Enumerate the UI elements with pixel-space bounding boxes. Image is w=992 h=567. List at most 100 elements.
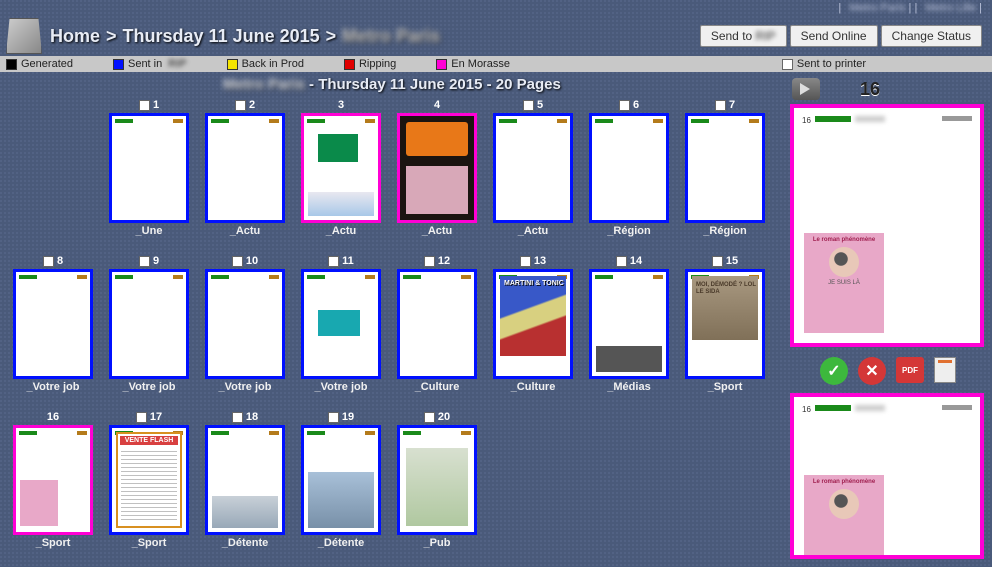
page-thumb-6[interactable] bbox=[589, 113, 669, 223]
page-cell-15[interactable]: 15MOI, DÉMODÉ ? LOL LE SIDA_Sport bbox=[680, 255, 770, 393]
page-number: 7 bbox=[729, 99, 735, 111]
top-link-2[interactable]: Metro Lille bbox=[925, 2, 976, 14]
page-checkbox-10[interactable] bbox=[232, 256, 243, 267]
page-label: _Actu bbox=[518, 225, 549, 237]
page-label: _Pub bbox=[424, 537, 451, 549]
page-label: _Région bbox=[703, 225, 746, 237]
page-cell-17[interactable]: 17VENTE FLASH_Sport bbox=[104, 411, 194, 549]
page-label: _Votre job bbox=[27, 381, 80, 393]
pdf-icon[interactable]: PDF bbox=[896, 357, 924, 383]
page-cell-9[interactable]: 9_Votre job bbox=[104, 255, 194, 393]
page-thumb-18[interactable] bbox=[205, 425, 285, 535]
breadcrumb-home[interactable]: Home bbox=[50, 26, 100, 47]
page-cell-7[interactable]: 7 _Région bbox=[680, 99, 770, 237]
page-checkbox-19[interactable] bbox=[328, 412, 339, 423]
page-thumb-2[interactable] bbox=[205, 113, 285, 223]
page-cell-5[interactable]: 5_Actu bbox=[488, 99, 578, 237]
legend-swatch-backprod bbox=[227, 59, 238, 70]
page-thumb-19[interactable] bbox=[301, 425, 381, 535]
page-cell-13[interactable]: 13MARTINI & TONIC_Culture bbox=[488, 255, 578, 393]
page-checkbox-1[interactable] bbox=[139, 100, 150, 111]
breadcrumb-date[interactable]: Thursday 11 June 2015 bbox=[123, 26, 320, 47]
main-panel: Metro Paris - Thursday 11 June 2015 - 20… bbox=[0, 72, 784, 567]
page-checkbox-2[interactable] bbox=[235, 100, 246, 111]
page-thumb-9[interactable] bbox=[109, 269, 189, 379]
send-online-button[interactable]: Send Online bbox=[790, 25, 878, 47]
page-label: _Votre job bbox=[123, 381, 176, 393]
next-arrow-icon[interactable] bbox=[792, 78, 820, 100]
page-preview[interactable]: 16 Le roman phénomène JE SUIS LÀ bbox=[790, 104, 984, 347]
app-logo-icon bbox=[6, 18, 42, 54]
page-checkbox-15[interactable] bbox=[712, 256, 723, 267]
page-checkbox-5[interactable] bbox=[523, 100, 534, 111]
page-cell-3[interactable]: 3_Actu bbox=[296, 99, 386, 237]
page-number: 4 bbox=[434, 99, 440, 111]
page-checkbox-6[interactable] bbox=[619, 100, 630, 111]
page-number: 18 bbox=[246, 411, 258, 423]
page-checkbox-17[interactable] bbox=[136, 412, 147, 423]
breadcrumb-publication[interactable]: Metro Paris bbox=[342, 26, 440, 47]
page-cell-19[interactable]: 19_Détente bbox=[296, 411, 386, 549]
send-to-button[interactable]: Send to RIP bbox=[700, 25, 787, 47]
page-cell-20[interactable]: 20_Pub bbox=[392, 411, 482, 549]
page-thumb-16[interactable] bbox=[13, 425, 93, 535]
page-cell-10[interactable]: 10_Votre job bbox=[200, 255, 290, 393]
page-thumb-13[interactable]: MARTINI & TONIC bbox=[493, 269, 573, 379]
page-cell-6[interactable]: 6_Région bbox=[584, 99, 674, 237]
page-cell-2[interactable]: 2_Actu bbox=[200, 99, 290, 237]
page-checkbox-20[interactable] bbox=[424, 412, 435, 423]
page-thumb-15[interactable]: MOI, DÉMODÉ ? LOL LE SIDA bbox=[685, 269, 765, 379]
page-thumb-5[interactable] bbox=[493, 113, 573, 223]
top-link-1[interactable]: Metro Paris bbox=[849, 2, 905, 14]
page-number: 17 bbox=[150, 411, 162, 423]
page-cell-12[interactable]: 12_Culture bbox=[392, 255, 482, 393]
page-cell-18[interactable]: 18 _Détente bbox=[200, 411, 290, 549]
sent-printer-checkbox[interactable] bbox=[782, 59, 793, 70]
page-thumb-3[interactable] bbox=[301, 113, 381, 223]
approve-icon[interactable]: ✓ bbox=[820, 357, 848, 385]
page-icon[interactable] bbox=[934, 357, 956, 383]
reject-icon[interactable]: ✕ bbox=[858, 357, 886, 385]
preview-ad: Le roman phénomène JE SUIS LÀ bbox=[804, 233, 884, 333]
page-number: 16 bbox=[47, 411, 59, 423]
page-grid: 1_Une2_Actu3_Actu4_Actu5_Actu6_Région7_R… bbox=[6, 99, 778, 549]
page-thumb-8[interactable] bbox=[13, 269, 93, 379]
page-checkbox-13[interactable] bbox=[520, 256, 531, 267]
page-checkbox-8[interactable] bbox=[43, 256, 54, 267]
page-number: 19 bbox=[342, 411, 354, 423]
page-label: _Culture bbox=[415, 381, 460, 393]
side-panel: 16 16 Le roman phénomène JE SUIS LÀ ✓ ✕ … bbox=[784, 72, 992, 567]
page-thumb-7[interactable] bbox=[685, 113, 765, 223]
page-checkbox-7[interactable] bbox=[715, 100, 726, 111]
page-cell-4[interactable]: 4_Actu bbox=[392, 99, 482, 237]
page-checkbox-11[interactable] bbox=[328, 256, 339, 267]
page-cell-16[interactable]: 16_Sport bbox=[8, 411, 98, 549]
page-thumb-10[interactable] bbox=[205, 269, 285, 379]
page-number: 3 bbox=[338, 99, 344, 111]
page-preview-2[interactable]: 16 Le roman phénomène bbox=[790, 393, 984, 559]
header-buttons: Send to RIP Send Online Change Status bbox=[700, 25, 982, 47]
legend-swatch-sent bbox=[113, 59, 124, 70]
page-checkbox-14[interactable] bbox=[616, 256, 627, 267]
change-status-button[interactable]: Change Status bbox=[881, 25, 982, 47]
legend-swatch-morasse bbox=[436, 59, 447, 70]
page-cell-1[interactable]: 1_Une bbox=[104, 99, 194, 237]
page-label: _Détente bbox=[222, 537, 268, 549]
page-label: _Sport bbox=[708, 381, 743, 393]
page-cell-8[interactable]: 8 _Votre job bbox=[8, 255, 98, 393]
page-cell-11[interactable]: 11_Votre job bbox=[296, 255, 386, 393]
page-label: _Région bbox=[607, 225, 650, 237]
page-thumb-14[interactable] bbox=[589, 269, 669, 379]
page-thumb-20[interactable] bbox=[397, 425, 477, 535]
page-checkbox-9[interactable] bbox=[139, 256, 150, 267]
page-thumb-17[interactable]: VENTE FLASH bbox=[109, 425, 189, 535]
page-number: 8 bbox=[57, 255, 63, 267]
page-thumb-1[interactable] bbox=[109, 113, 189, 223]
page-thumb-4[interactable] bbox=[397, 113, 477, 223]
page-thumb-11[interactable] bbox=[301, 269, 381, 379]
page-thumb-12[interactable] bbox=[397, 269, 477, 379]
page-cell-14[interactable]: 14_Médias bbox=[584, 255, 674, 393]
page-checkbox-12[interactable] bbox=[424, 256, 435, 267]
page-checkbox-18[interactable] bbox=[232, 412, 243, 423]
page-title: Metro Paris - Thursday 11 June 2015 - 20… bbox=[6, 76, 778, 93]
